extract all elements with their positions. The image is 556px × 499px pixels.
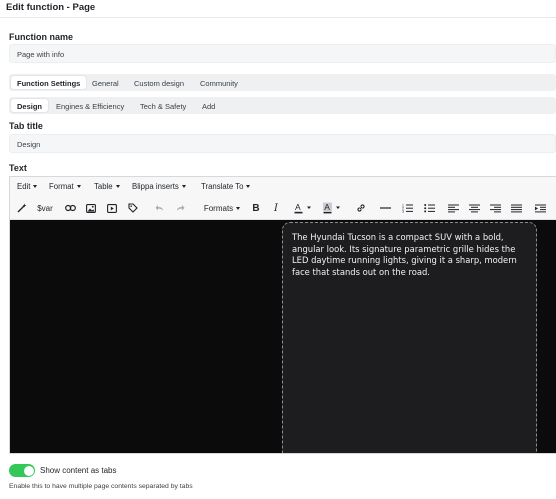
- menu-format[interactable]: Format: [49, 182, 81, 191]
- numbered-list-icon[interactable]: 123: [399, 200, 415, 216]
- svg-text:A: A: [295, 202, 301, 212]
- tab-tech-safety[interactable]: Tech & Safety: [134, 99, 192, 112]
- magic-wand-icon[interactable]: [14, 200, 30, 216]
- menu-translate-to-label: Translate To: [201, 182, 244, 191]
- undo-icon[interactable]: [152, 200, 166, 216]
- align-justify-icon[interactable]: [508, 200, 524, 216]
- bold-icon[interactable]: B: [248, 200, 264, 216]
- bullet-list-icon[interactable]: [421, 200, 437, 216]
- menu-edit[interactable]: Edit: [17, 182, 38, 191]
- align-right-icon[interactable]: [487, 200, 503, 216]
- menu-blippa-inserts-label: Blippa inserts: [132, 182, 179, 191]
- tab-engines-efficiency[interactable]: Engines & Efficiency: [50, 99, 130, 112]
- text-color-icon[interactable]: A: [291, 200, 317, 216]
- svg-text:A: A: [324, 202, 330, 212]
- link-icon[interactable]: [353, 200, 369, 216]
- media-icon[interactable]: [104, 200, 120, 216]
- main-tab-bar: Function Settings General Custom design …: [9, 74, 556, 91]
- rich-text-editor: Edit Format Table Blippa inserts Transla…: [9, 176, 556, 454]
- chevron-down-icon: [246, 185, 251, 189]
- show-tabs-toggle[interactable]: [9, 464, 35, 477]
- menu-format-label: Format: [49, 182, 74, 191]
- text-label: Text: [9, 163, 27, 173]
- italic-icon[interactable]: I: [268, 200, 284, 216]
- indent-icon[interactable]: [532, 200, 548, 216]
- link-icon[interactable]: [62, 200, 78, 216]
- function-name-input[interactable]: Page with info: [9, 44, 556, 63]
- tab-title-label: Tab title: [9, 121, 43, 131]
- menu-table-label: Table: [94, 182, 113, 191]
- tab-design[interactable]: Design: [11, 99, 49, 112]
- function-name-label: Function name: [9, 32, 74, 42]
- tab-function-settings[interactable]: Function Settings: [11, 76, 87, 89]
- chevron-down-icon: [236, 206, 241, 210]
- dialog-title: Edit function - Page: [6, 2, 96, 13]
- content-card[interactable]: The Hyundai Tucson is a compact SUV with…: [282, 222, 537, 453]
- sub-tab-bar: Design Engines & Efficiency Tech & Safet…: [9, 97, 556, 114]
- formats-dropdown[interactable]: Formats: [196, 200, 248, 216]
- formats-label: Formats: [203, 203, 234, 213]
- menu-translate-to[interactable]: Translate To: [201, 182, 251, 191]
- align-center-icon[interactable]: [466, 200, 482, 216]
- tab-add[interactable]: Add: [196, 99, 221, 112]
- dialog-header: Edit function - Page: [0, 0, 556, 18]
- svg-text:3: 3: [402, 210, 404, 213]
- editor-menubar: Edit Format Table Blippa inserts Transla…: [10, 177, 556, 198]
- tab-general[interactable]: General: [86, 76, 125, 89]
- toggle-knob: [23, 465, 34, 476]
- chevron-down-icon: [181, 185, 186, 189]
- image-icon[interactable]: [83, 200, 99, 216]
- chevron-down-icon: [115, 185, 120, 189]
- insert-variable-button[interactable]: $var: [34, 200, 56, 216]
- menu-table[interactable]: Table: [94, 182, 120, 191]
- chevron-down-icon: [76, 185, 81, 189]
- tab-community[interactable]: Community: [194, 76, 244, 89]
- background-color-icon[interactable]: A: [320, 200, 346, 216]
- editor-content-area[interactable]: The Hyundai Tucson is a compact SUV with…: [10, 220, 556, 453]
- chevron-down-icon: [33, 185, 38, 189]
- align-left-icon[interactable]: [445, 200, 461, 216]
- show-tabs-help-text: Enable this to have multiple page conten…: [9, 483, 193, 490]
- horizontal-line-icon[interactable]: [377, 200, 393, 216]
- content-paragraph[interactable]: The Hyundai Tucson is a compact SUV with…: [292, 232, 522, 278]
- tab-custom-design[interactable]: Custom design: [128, 76, 190, 89]
- menu-edit-label: Edit: [17, 182, 31, 191]
- show-tabs-label: Show content as tabs: [40, 466, 117, 475]
- tab-title-input[interactable]: Design: [9, 134, 556, 153]
- menu-blippa-inserts[interactable]: Blippa inserts: [132, 182, 186, 191]
- tag-icon[interactable]: [125, 200, 141, 216]
- redo-icon[interactable]: [173, 200, 187, 216]
- editor-toolbar: $var Formats B I A A 1 2 3: [10, 197, 556, 220]
